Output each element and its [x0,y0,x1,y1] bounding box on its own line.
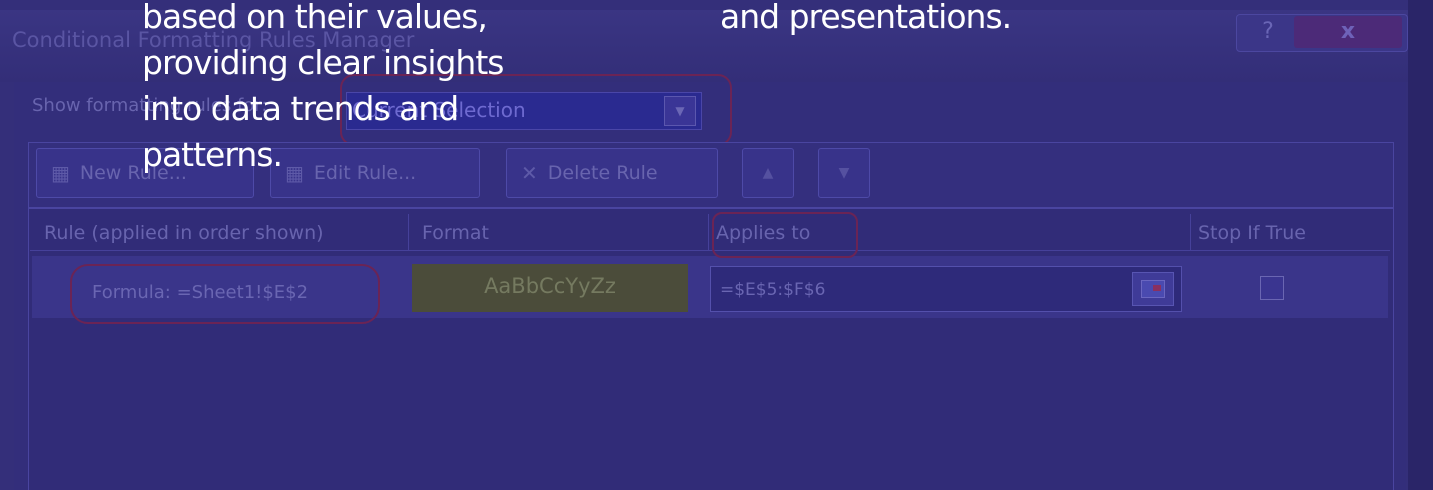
move-down-button[interactable]: ▼ [818,148,870,198]
overlay-line: and presentations. [720,0,1012,36]
applies-to-value[interactable]: =$E$5:$F$6 [720,280,825,300]
overlay-line: providing clear insights [142,43,504,82]
header-divider [30,250,1390,251]
overlay-line: into data trends and [142,89,459,128]
column-header-stop-if-true[interactable]: Stop If True [1198,222,1306,244]
close-button[interactable]: x [1294,16,1402,48]
screen: Conditional Formatting Rules Manager ? x… [0,0,1433,490]
column-header-rule[interactable]: Rule (applied in order shown) [44,222,324,244]
overlay-line: patterns. [142,135,283,174]
highlight-oval-rule [70,264,380,324]
help-button[interactable]: ? [1246,16,1290,48]
column-separator [708,214,709,250]
overlay-caption-left: based on their values, providing clear i… [142,0,702,178]
triangle-down-icon: ▼ [838,165,850,181]
move-up-button[interactable]: ▲ [742,148,794,198]
stop-if-true-checkbox[interactable] [1260,276,1284,300]
format-preview-text: AaBbCcYyZz [484,274,616,298]
overlay-caption-right: and presentations. [720,0,1012,40]
highlight-oval-applies-to [712,212,858,258]
overlay-line: based on their values, [142,0,488,36]
column-separator [1190,214,1191,250]
column-header-format[interactable]: Format [422,222,489,244]
range-selector-icon[interactable] [1132,272,1174,306]
new-rule-icon: ▦ [51,161,70,185]
column-separator [408,214,409,250]
triangle-up-icon: ▲ [762,165,774,181]
window-border-right [1408,0,1433,490]
